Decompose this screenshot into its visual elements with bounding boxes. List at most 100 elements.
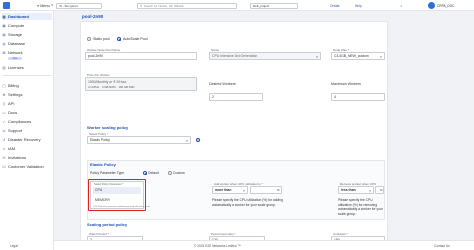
billing-icon: ▢	[2, 83, 6, 88]
legal-link[interactable]: Legal	[10, 244, 18, 248]
user-label[interactable]: CRPA_DOC	[437, 4, 454, 8]
node-plan-select[interactable]: C3.4GB_NEW_custom ▼	[331, 52, 385, 60]
static-pool-radio[interactable]	[87, 37, 91, 41]
info-icon[interactable]: i	[196, 138, 200, 142]
contact-link[interactable]: Contact Us	[434, 244, 450, 248]
sidebar-item-disaster-recovery[interactable]: ↺ Disaster Recovery	[2, 136, 52, 143]
sidebar-item-invitations[interactable]: ✉ Invitations	[2, 154, 52, 161]
page-title: pool-2n90	[82, 14, 104, 19]
sidebar-item-database[interactable]: ◍ Database	[2, 40, 52, 47]
app-logo[interactable]	[3, 2, 10, 9]
scale-down-help: Please specify the CPU utilization (%) f…	[338, 198, 383, 216]
sidebar: ▦ Dashboard ▣ Compute ▤ Storage ◍ Database ⌘…	[0, 11, 54, 250]
name-select[interactable]: CPU Intensive 3rd Generation ▼	[209, 52, 321, 60]
sidebar-item-support[interactable]: ☏ Support	[2, 127, 52, 134]
static-pool-label: Static pool	[93, 37, 110, 42]
chevron-down-icon: ▼	[242, 189, 246, 193]
sidebar-item-label: Docs	[8, 110, 18, 115]
spec-cpu: 4 vCPUs	[88, 84, 100, 89]
sidebar-item-label: Support	[8, 128, 23, 133]
scale-up-help: Please specify the CPU utilization (%) f…	[212, 198, 283, 207]
desired-workers-input[interactable]: 2	[209, 93, 263, 101]
create-label: Create	[330, 3, 340, 8]
sidebar-item-label: Database	[8, 41, 26, 46]
search-placeholder: Search for Nodes, LB, DBaaS	[143, 3, 184, 8]
validation-icon: ☑	[2, 164, 6, 169]
param-default-radio[interactable]	[143, 171, 147, 175]
price-value: 1500/Monthly or ₹ 2/Hour	[88, 79, 127, 84]
scale-up-unit: %	[277, 188, 280, 192]
chevron-down-icon: ▼	[50, 4, 54, 7]
search-input[interactable]: ⚲ Search for Nodes, LB, DBaaS	[137, 2, 237, 9]
elastic-policy-title: Elastic Policy	[90, 162, 116, 167]
sidebar-item-network[interactable]: ⌘ Network	[2, 49, 52, 56]
sidebar-item-docs[interactable]: ▭ Docs	[2, 109, 52, 116]
sidebar-item-label: Dashboard	[8, 14, 29, 19]
network-icon: ⌘	[2, 50, 6, 55]
chevron-down-icon: ▼	[315, 55, 319, 59]
search-icon: ⚲	[140, 3, 143, 8]
max-workers-label: Maximum Workers	[331, 82, 361, 86]
hamburger-icon: ≡	[37, 3, 40, 8]
sidebar-item-licenses[interactable]: ▥ Licenses	[2, 64, 52, 71]
iam-icon: ☺	[2, 146, 6, 151]
sidebar-new-badge: New	[8, 57, 22, 60]
recovery-icon: ↺	[2, 137, 6, 142]
sidebar-item-compliances[interactable]: ✓ Compliances	[2, 118, 52, 125]
scale-up-operator[interactable]: more than ▼	[212, 186, 248, 194]
sidebar-item-label: Compliances	[8, 119, 32, 124]
sidebar-item-label: Compute	[8, 23, 25, 28]
help-label: Help	[355, 3, 362, 8]
top-bar: ≡ Menu ▼ IN - Bengaluru ⚲ Search for Nod…	[0, 0, 474, 11]
notification-icon[interactable]: ♪	[400, 3, 402, 8]
scaling-policy-title: Worker scaling policy	[87, 125, 129, 130]
scale-down-unit: %	[380, 188, 383, 192]
user-avatar[interactable]	[428, 2, 435, 9]
elastic-policy-card: Elastic Policy Policy Parameter Type Def…	[87, 160, 385, 220]
sidebar-divider	[2, 75, 52, 76]
sidebar-item-storage[interactable]: ▤ Storage	[2, 31, 52, 38]
footer: Legal © 2024 E2E Networks Limited ™ Cont…	[10, 240, 474, 250]
sidebar-item-iam[interactable]: ☺ IAM	[2, 145, 52, 152]
sidebar-item-label: Settings	[8, 92, 23, 97]
docs-icon: ▭	[2, 110, 6, 115]
scale-down-operator[interactable]: less than ▼	[338, 186, 374, 194]
sidebar-item-label: Customer Validation	[8, 164, 44, 169]
pool-name-input[interactable]: pool-2n90	[85, 52, 197, 60]
sidebar-item-billing[interactable]: ▢ Billing	[2, 82, 52, 89]
sidebar-item-label: IAM	[8, 146, 16, 151]
pool-form-card: Static pool AutoScale Pool Worker Node P…	[80, 21, 388, 240]
support-icon: ☏	[1, 128, 7, 133]
scaling-period-title: Scaling period policy	[87, 222, 128, 227]
sidebar-item-label: API	[8, 101, 15, 106]
help-button[interactable]: Help	[355, 3, 362, 9]
grid-icon: ▦	[2, 14, 6, 19]
gear-icon: ✻	[2, 92, 6, 97]
sidebar-item-dashboard[interactable]: ▦ Dashboard	[2, 13, 52, 20]
region-selector[interactable]: IN - Bengaluru	[56, 2, 102, 9]
sidebar-item-compute[interactable]: ▣ Compute	[2, 22, 52, 29]
compliance-icon: ✓	[2, 119, 6, 124]
sidebar-item-settings[interactable]: ✻ Settings	[2, 91, 52, 98]
main-content: pool-2n90 Static pool AutoScale Pool Wor…	[54, 11, 474, 240]
create-button[interactable]: Create	[330, 3, 340, 9]
sidebar-item-label: Licenses	[8, 65, 24, 70]
sidebar-item-api[interactable]: ⟨⟩ API	[2, 100, 52, 107]
param-custom-radio[interactable]	[168, 171, 172, 175]
sidebar-item-customer-validation[interactable]: ☑ Customer Validation	[2, 163, 52, 170]
max-workers-input[interactable]: 4	[331, 93, 385, 101]
menu-button[interactable]: ≡ Menu ▼	[37, 3, 53, 9]
desired-workers-label: Desired Workers	[209, 82, 236, 86]
spec-ram: 4 GB RAM	[102, 84, 116, 89]
price-field: 1500/Monthly or ₹ 2/Hour 4 vCPUs 4 GB RA…	[85, 77, 197, 91]
spec-disk: 100 GB SSD	[118, 84, 135, 89]
server-icon: ▣	[2, 23, 6, 28]
highlight-box	[88, 179, 146, 211]
sidebar-item-label: Billing	[8, 83, 19, 88]
project-label: Deft_project	[253, 3, 270, 8]
autoscale-pool-radio[interactable]	[117, 37, 121, 41]
param-default-label: Default	[148, 171, 159, 176]
scaling-policy-select[interactable]: Elastic Policy ▼	[87, 136, 191, 144]
database-icon: ◍	[2, 41, 6, 46]
project-selector[interactable]: Deft_project	[250, 2, 298, 9]
